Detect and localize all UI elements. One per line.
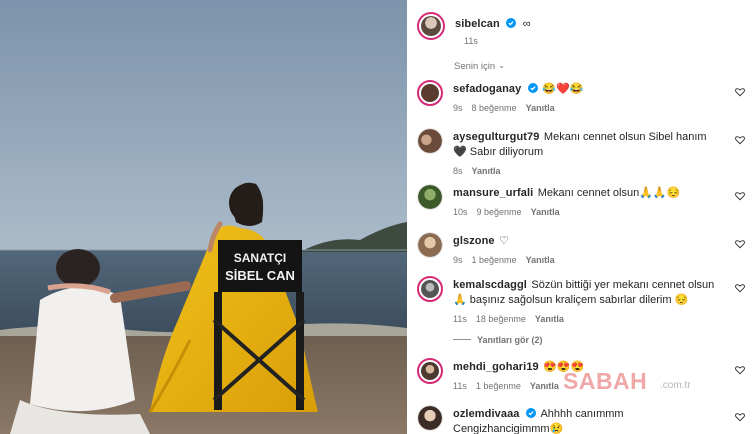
like-heart-icon[interactable]: [735, 191, 745, 201]
comment-username[interactable]: aysegulturgut79: [453, 131, 539, 143]
comment-time: 8s: [453, 166, 463, 176]
comment-username[interactable]: glszone: [453, 235, 495, 247]
like-heart-icon[interactable]: [735, 239, 745, 249]
commenter-avatar[interactable]: [417, 184, 443, 210]
sort-label: Senin için: [454, 61, 496, 72]
comment-text: ♡: [499, 235, 509, 247]
post-time: 11s: [464, 36, 478, 46]
like-heart-icon[interactable]: [735, 412, 745, 422]
sabah-watermark-logo: SABAH: [563, 368, 648, 394]
comment-sort-dropdown[interactable]: Senin için ⌄: [454, 61, 505, 72]
chevron-down-icon: ⌄: [498, 61, 505, 70]
comment-username[interactable]: mehdi_gohari19: [453, 361, 539, 373]
reply-button[interactable]: Yanıtla: [530, 381, 559, 391]
commenter-avatar[interactable]: [417, 232, 443, 258]
comment-likes[interactable]: 18 beğenme: [476, 314, 526, 324]
comment-username[interactable]: kemalscdaggl: [453, 279, 527, 291]
comment-text: Mekanı cennet olsun🙏🙏😔: [537, 187, 681, 199]
reply-button[interactable]: Yanıtla: [526, 103, 555, 113]
reply-button[interactable]: Yanıtla: [526, 255, 555, 265]
chair-label-line1: SANATÇI: [234, 251, 286, 265]
comment-likes[interactable]: 8 beğenme: [472, 103, 517, 113]
like-heart-icon[interactable]: [735, 87, 745, 97]
author-username[interactable]: sibelcan: [455, 18, 500, 30]
comment-likes[interactable]: 9 beğenme: [477, 207, 522, 217]
infinity-symbol: ∞: [522, 18, 531, 30]
sabah-watermark-domain: .com.tr: [660, 380, 691, 391]
commenter-avatar[interactable]: [417, 128, 443, 154]
commenter-avatar[interactable]: [417, 276, 443, 302]
reply-button[interactable]: Yanıtla: [472, 166, 501, 176]
comment-username[interactable]: sefadoganay: [453, 83, 521, 95]
comment-item: mansure_urfali Mekanı cennet olsun🙏🙏😔 10…: [417, 184, 749, 224]
comment-item: sefadoganay 😂❤️😂 9s 8 beğenme Yanıtla: [417, 80, 749, 120]
post-header: sibelcan ∞ 11s: [417, 12, 747, 52]
verified-badge-icon: [506, 18, 517, 28]
view-replies-button[interactable]: Yanıtları gör (2): [453, 335, 543, 345]
replies-divider: [453, 339, 471, 340]
comment-likes[interactable]: 1 beğenme: [476, 381, 521, 391]
comment-item: ozlemdivaaa Ahhhh canımmm Cengizhancigim…: [417, 405, 749, 434]
verified-badge-icon: [525, 408, 536, 418]
comment-time: 9s: [453, 103, 463, 113]
comment-likes[interactable]: 1 beğenme: [472, 255, 517, 265]
comment-username[interactable]: ozlemdivaaa: [453, 408, 520, 420]
author-avatar[interactable]: [417, 12, 445, 40]
like-heart-icon[interactable]: [735, 365, 745, 375]
comment-time: 11s: [453, 381, 467, 391]
reply-button[interactable]: Yanıtla: [535, 314, 564, 324]
beach-scene-image: SANATÇI SİBEL CAN: [0, 0, 407, 434]
comment-time: 11s: [453, 314, 467, 324]
comment-username[interactable]: mansure_urfali: [453, 187, 533, 199]
comment-time: 10s: [453, 207, 468, 217]
comment-item: aysegulturgut79 Mekanı cennet olsun Sibe…: [417, 128, 749, 178]
view-replies-label: Yanıtları gör (2): [477, 335, 543, 345]
comment-item: glszone ♡ 9s 1 beğenme Yanıtla: [417, 232, 749, 272]
verified-badge-icon: [527, 83, 538, 93]
commenter-avatar[interactable]: [417, 358, 443, 384]
commenter-avatar[interactable]: [417, 80, 443, 106]
comment-text: 😂❤️😂: [542, 83, 584, 95]
reply-button[interactable]: Yanıtla: [531, 207, 560, 217]
chair-label-line2: SİBEL CAN: [225, 268, 295, 283]
commenter-avatar[interactable]: [417, 405, 443, 431]
comment-item: kemalscdaggl Sözün bittiği yer mekanı ce…: [417, 276, 749, 332]
comment-time: 9s: [453, 255, 463, 265]
like-heart-icon[interactable]: [735, 135, 745, 145]
like-heart-icon[interactable]: [735, 283, 745, 293]
post-photo[interactable]: SANATÇI SİBEL CAN: [0, 0, 407, 434]
